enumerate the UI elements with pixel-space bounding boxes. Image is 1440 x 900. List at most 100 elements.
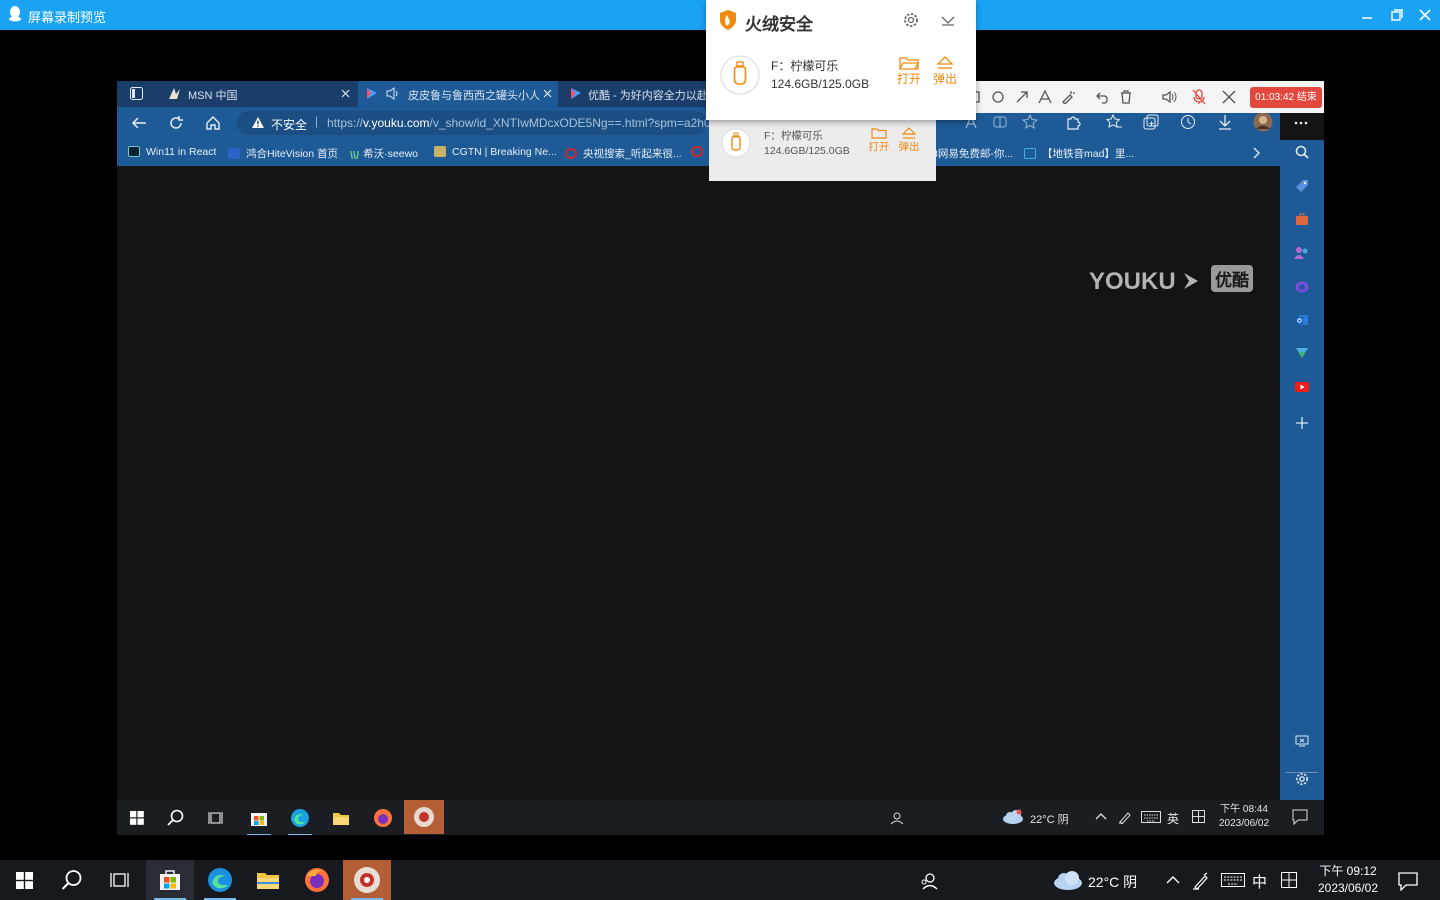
inner-weather[interactable]: 22°C 阴: [1030, 811, 1069, 827]
system-clock[interactable]: 下午 09:12 2023/06/02: [1308, 863, 1388, 897]
bookmark-item[interactable]: 【地铁音mad】里...: [1024, 146, 1134, 161]
collections-icon[interactable]: [1143, 114, 1159, 130]
speaker-icon[interactable]: [386, 87, 400, 100]
address-bar[interactable]: 不安全 | https://v.youku.com/v_show/id_XNTI…: [237, 111, 711, 135]
bookmark-item[interactable]: CGTN | Breaking Ne...: [434, 146, 557, 158]
warning-icon[interactable]: [251, 116, 265, 129]
inner-people-icon[interactable]: [889, 811, 903, 825]
tab-msn[interactable]: MSN 中国: [162, 81, 356, 107]
delete-icon[interactable]: [1120, 90, 1132, 104]
inner-store-icon[interactable]: [241, 803, 277, 835]
inner-keyboard-icon[interactable]: [1141, 811, 1161, 823]
extensions-icon[interactable]: [1065, 114, 1081, 130]
ellipse-tool-icon[interactable]: [992, 91, 1004, 103]
inner-ime-mode-icon[interactable]: [1192, 810, 1205, 823]
inner-chevron-up-icon[interactable]: [1095, 812, 1107, 820]
sidebar-settings-icon[interactable]: [1292, 769, 1312, 789]
task-view-icon[interactable]: [96, 860, 144, 900]
ime-mode-icon[interactable]: [1281, 872, 1297, 888]
file-explorer-icon[interactable]: [244, 860, 292, 900]
security-status[interactable]: 不安全: [271, 116, 307, 133]
minimize-button[interactable]: [1352, 0, 1382, 30]
ime-language[interactable]: 中: [1252, 871, 1267, 892]
gear-icon[interactable]: [903, 12, 919, 28]
tab-youku-home[interactable]: 优酷 - 为好内容全力以赴 -: [562, 81, 712, 107]
eject-button[interactable]: 弹出: [894, 127, 924, 154]
inner-explorer-icon[interactable]: [323, 803, 359, 833]
sidebar-shopping-icon[interactable]: [1292, 176, 1312, 196]
sidebar-tools-icon[interactable]: [1292, 209, 1312, 229]
sidebar-add-icon[interactable]: [1292, 413, 1312, 433]
inner-clock[interactable]: 下午 08:44 2023/06/02: [1219, 803, 1269, 831]
bookmark-item[interactable]: Win11 in React: [128, 146, 216, 158]
open-button[interactable]: 打开: [864, 127, 894, 154]
chevron-up-icon[interactable]: [1166, 875, 1180, 884]
inner-edge-icon[interactable]: [282, 803, 318, 835]
sidebar-outlook-icon[interactable]: [1292, 310, 1312, 330]
downloads-icon[interactable]: [1217, 114, 1233, 130]
notification-icon[interactable]: [1398, 871, 1418, 891]
arrow-tool-icon[interactable]: [1015, 90, 1029, 104]
open-button[interactable]: 打开: [894, 56, 924, 87]
search-icon[interactable]: [48, 860, 96, 900]
tab-youku-video[interactable]: 皮皮鲁与鲁西西之罐头小人: [358, 81, 558, 107]
url-path: /v_show/id_XNTIwMDcxODE5Ng==.html?spm=a2…: [429, 116, 711, 130]
recording-stop-button[interactable]: 01:03:42 结束: [1250, 87, 1322, 108]
tab-close-icon[interactable]: [341, 89, 350, 98]
inner-app-icon[interactable]: [404, 800, 444, 834]
profile-avatar[interactable]: [1253, 112, 1273, 132]
bookmark-item[interactable]: 鸿合HiteVision 首页: [228, 146, 338, 161]
bookmark-item[interactable]: [691, 146, 709, 158]
inner-notification-icon[interactable]: [1292, 809, 1308, 825]
sidebar-office-icon[interactable]: [1292, 277, 1312, 297]
start-button[interactable]: [0, 860, 48, 900]
inner-search-icon[interactable]: [158, 803, 194, 833]
favorites-icon[interactable]: [1106, 114, 1122, 130]
tab-actions-icon[interactable]: [130, 87, 143, 100]
refresh-icon[interactable]: [168, 115, 184, 131]
inner-task-view-icon[interactable]: [198, 803, 234, 833]
edge-icon[interactable]: [196, 860, 244, 900]
close-icon[interactable]: [1222, 90, 1236, 104]
bookmark-item[interactable]: \\/希沃·seewo: [350, 146, 418, 162]
inner-taskbar: 22°C 阴 英 下午 08:44 2023/06/02: [117, 800, 1324, 835]
home-icon[interactable]: [205, 115, 221, 131]
back-arrow-icon[interactable]: [131, 115, 147, 131]
favorite-add-icon[interactable]: [1022, 114, 1038, 130]
bookmark-item[interactable]: 3网易免费邮-你...: [932, 146, 1013, 161]
people-icon[interactable]: [920, 872, 938, 890]
sidebar-screen-icon[interactable]: [1292, 731, 1312, 751]
sidebar-youtube-icon[interactable]: [1292, 377, 1312, 397]
restore-button[interactable]: [1382, 0, 1412, 30]
tab-close-icon[interactable]: [543, 89, 552, 98]
sidebar-people-icon[interactable]: [1292, 243, 1312, 263]
split-screen-icon[interactable]: [993, 115, 1007, 129]
chevron-down-icon[interactable]: [941, 14, 955, 26]
pen-icon[interactable]: [1192, 872, 1210, 890]
eject-button[interactable]: 弹出: [930, 56, 960, 87]
recorder-app-icon[interactable]: [343, 860, 391, 900]
hitevision-icon: [228, 148, 240, 159]
sidebar-drop-icon[interactable]: [1292, 343, 1312, 363]
close-button[interactable]: [1410, 0, 1440, 30]
mic-muted-icon[interactable]: [1192, 89, 1206, 105]
speaker-icon[interactable]: [1162, 90, 1178, 104]
undo-icon[interactable]: [1096, 90, 1110, 104]
inner-firefox-icon[interactable]: [365, 803, 401, 833]
url-text[interactable]: https://v.youku.com/v_show/id_XNTIwMDcxO…: [327, 116, 711, 130]
sidebar-search-icon[interactable]: [1292, 142, 1312, 162]
magic-pen-icon[interactable]: [1061, 90, 1075, 104]
weather-widget[interactable]: 22°C 阴: [1088, 872, 1137, 892]
inner-ime-lang[interactable]: 英: [1167, 810, 1179, 827]
keyboard-icon[interactable]: [1221, 873, 1245, 887]
video-player[interactable]: YOUKU 优酷: [117, 166, 1280, 800]
inner-start-icon[interactable]: [119, 803, 155, 833]
text-tool-icon[interactable]: [1038, 90, 1052, 104]
inner-pen-icon[interactable]: [1118, 810, 1132, 824]
chevron-right-icon[interactable]: [1253, 147, 1261, 159]
bookmark-item[interactable]: 央视搜索_听起来很...: [565, 146, 682, 161]
history-icon[interactable]: [1180, 114, 1196, 130]
store-icon[interactable]: [146, 860, 194, 900]
more-menu-icon[interactable]: [1293, 116, 1309, 130]
firefox-icon[interactable]: [293, 860, 341, 900]
